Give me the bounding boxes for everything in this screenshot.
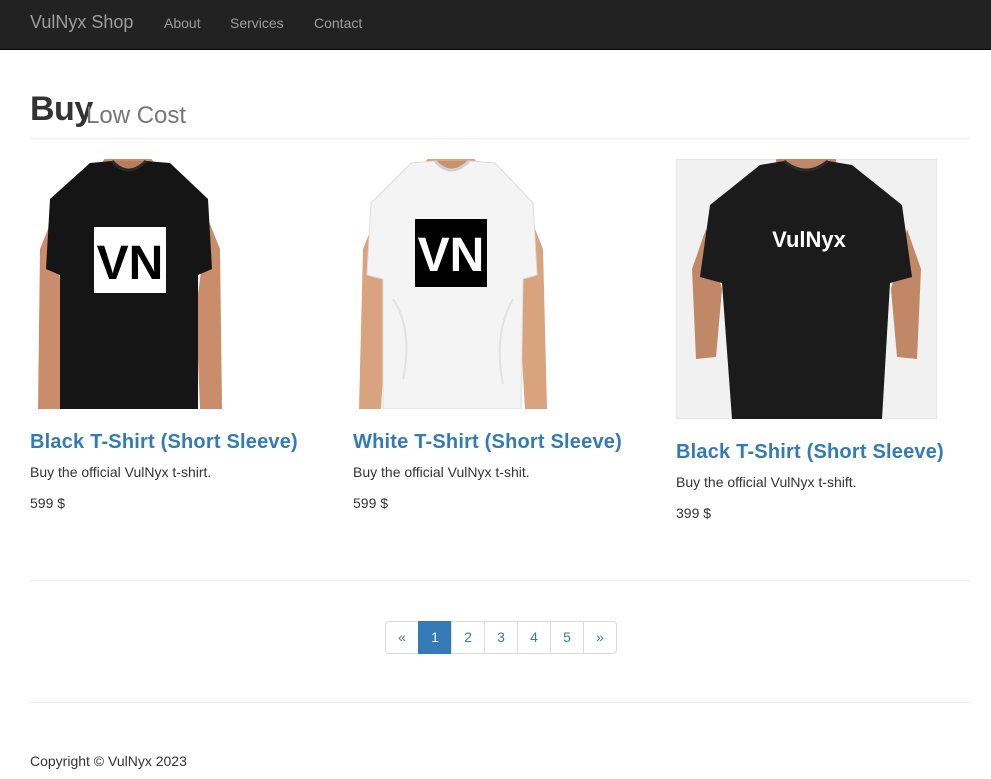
product-title-link[interactable]: Black T-Shirt (Short Sleeve) [676,441,944,463]
product-card: VN White T-Shirt (Short Sleeve) Buy the … [353,159,648,511]
product-description: Buy the official VulNyx t-shirt. [30,464,212,480]
pagination-page-1[interactable]: 1 [418,621,452,654]
nav-services-link[interactable]: Services [230,15,284,31]
pagination: « 1 2 3 4 5 » [385,621,617,654]
product-price: 599 $ [353,495,389,511]
product-card: VulNyx Black T-Shirt (Short Sleeve) Buy … [676,159,971,521]
white-tshirt-image: VN [353,159,553,409]
nav-contact-link[interactable]: Contact [314,15,362,31]
product-card: VN Black T-Shirt (Short Sleeve) Buy the … [30,159,325,511]
product-description: Buy the official VulNyx t-shit. [353,464,530,480]
pagination-page-2[interactable]: 2 [451,621,485,654]
footer-copyright: Copyright © VulNyx 2023 [30,753,187,769]
product-title-link[interactable]: White T-Shirt (Short Sleeve) [353,431,622,453]
product-price: 599 $ [30,495,66,511]
pagination-page-5[interactable]: 5 [550,621,584,654]
page-title: Buy [30,90,93,128]
product-image-link[interactable]: VN [30,159,230,409]
svg-text:VN: VN [97,237,164,290]
top-navbar: VulNyx Shop About Services Contact [0,0,991,50]
divider [30,580,970,581]
product-description: Buy the official VulNyx t-shift. [676,474,857,490]
divider [30,702,970,703]
svg-text:VulNyx: VulNyx [772,227,847,252]
product-title-link[interactable]: Black T-Shirt (Short Sleeve) [30,431,298,453]
brand-link[interactable]: VulNyx Shop [30,12,133,33]
pagination-page-3[interactable]: 3 [484,621,518,654]
black-tshirt-vulnyx-image: VulNyx [676,159,937,419]
page-subtitle: Low Cost [86,102,187,129]
pagination-next-button[interactable]: » [583,621,617,654]
page-header: Buy Low Cost [30,88,970,139]
nav-about-link[interactable]: About [164,15,201,31]
pagination-page-4[interactable]: 4 [517,621,551,654]
svg-text:VN: VN [418,229,485,282]
black-tshirt-image: VN [30,159,230,409]
product-image-link[interactable]: VulNyx [676,159,937,419]
product-image-link[interactable]: VN [353,159,553,409]
pagination-prev-button[interactable]: « [385,621,419,654]
product-price: 399 $ [676,505,712,521]
